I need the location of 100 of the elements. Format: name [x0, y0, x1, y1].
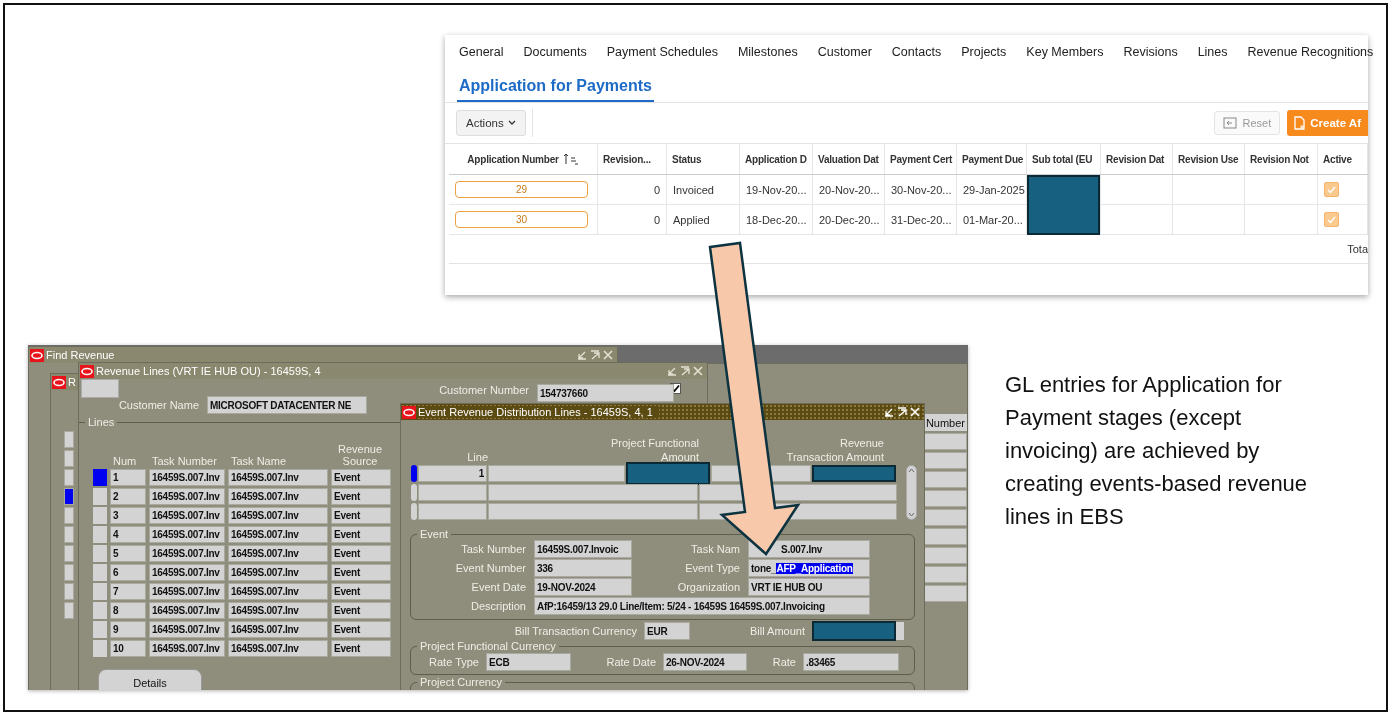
- input-field[interactable]: MICROSOFT DATACENTER NE: [207, 396, 367, 414]
- tab[interactable]: Documents: [523, 43, 587, 61]
- record-indicator[interactable]: [411, 503, 417, 520]
- table-cell[interactable]: 16459S.007.Inv: [149, 469, 225, 486]
- tab[interactable]: Application for Payments: [457, 77, 654, 102]
- input-field[interactable]: [924, 566, 967, 583]
- table-cell[interactable]: Event: [331, 507, 391, 524]
- input-field[interactable]: VRT IE HUB OU: [748, 578, 870, 596]
- details-button[interactable]: Details: [98, 669, 202, 690]
- table-cell[interactable]: 16459S.007.Inv: [228, 488, 328, 505]
- table-cell[interactable]: Event: [331, 469, 391, 486]
- column-header[interactable]: Revision Use: [1173, 144, 1245, 174]
- table-cell[interactable]: Event: [331, 602, 391, 619]
- column-header[interactable]: Application D: [740, 144, 813, 174]
- table-cell[interactable]: 16459S.007.Inv: [228, 602, 328, 619]
- table-cell[interactable]: [488, 503, 698, 520]
- input-field[interactable]: [924, 585, 967, 602]
- table-cell[interactable]: Event: [331, 526, 391, 543]
- table-cell[interactable]: 16459S.007.Inv: [149, 507, 225, 524]
- table-cell[interactable]: [488, 484, 698, 501]
- table-cell[interactable]: 16459S.007.Inv: [149, 583, 225, 600]
- application-number-link[interactable]: 29: [455, 181, 588, 198]
- column-header[interactable]: Payment Cert: [885, 144, 957, 174]
- checkbox[interactable]: [1324, 212, 1339, 227]
- table-cell[interactable]: Event: [331, 621, 391, 638]
- column-header[interactable]: Valuation Dat: [813, 144, 885, 174]
- application-number-link[interactable]: 30: [455, 211, 588, 228]
- checkbox[interactable]: [1324, 182, 1339, 197]
- table-cell[interactable]: 16459S.007.Inv: [149, 526, 225, 543]
- table-cell[interactable]: 9: [110, 621, 146, 638]
- column-header[interactable]: Sub total (EU: [1027, 144, 1101, 174]
- input-field[interactable]: 19-NOV-2024: [534, 578, 632, 596]
- table-cell[interactable]: 1: [418, 465, 487, 482]
- table-cell[interactable]: [488, 465, 625, 482]
- table-cell[interactable]: 16459S.007.Inv: [149, 545, 225, 562]
- table-cell[interactable]: 6: [110, 564, 146, 581]
- tab[interactable]: Revenue Recognitions: [1247, 43, 1374, 61]
- tab[interactable]: Lines: [1197, 43, 1228, 61]
- input-field[interactable]: 336: [534, 559, 632, 577]
- record-indicator[interactable]: [411, 484, 417, 501]
- table-cell[interactable]: Event: [331, 488, 391, 505]
- input-field[interactable]: [924, 528, 967, 545]
- table-cell[interactable]: 3: [110, 507, 146, 524]
- column-header[interactable]: Status: [667, 144, 740, 174]
- table-cell[interactable]: 7: [110, 583, 146, 600]
- input-field[interactable]: [924, 471, 967, 488]
- table-cell[interactable]: 16459S.007.Inv: [149, 621, 225, 638]
- record-indicator[interactable]: [411, 465, 417, 482]
- column-header[interactable]: Active: [1318, 144, 1368, 174]
- table-cell[interactable]: 16459S.007.Inv: [149, 640, 225, 657]
- tab[interactable]: Revisions: [1123, 43, 1178, 61]
- table-cell[interactable]: 16459S.007.Inv: [149, 602, 225, 619]
- table-cell[interactable]: 16459S.007.Inv: [228, 507, 328, 524]
- table-cell[interactable]: Event: [331, 640, 391, 657]
- input-field[interactable]: [924, 509, 967, 526]
- column-header[interactable]: Revision Not: [1245, 144, 1318, 174]
- tab[interactable]: Milestones: [737, 43, 798, 61]
- tab[interactable]: Customer: [817, 43, 872, 61]
- table-cell[interactable]: 16459S.007.Inv: [149, 564, 225, 581]
- table-cell[interactable]: 16459S.007.Inv: [228, 545, 328, 562]
- input-field[interactable]: [924, 433, 967, 450]
- table-cell[interactable]: 2: [110, 488, 146, 505]
- input-field[interactable]: 16459S.007.Invoic: [534, 540, 632, 558]
- input-field[interactable]: [896, 622, 904, 640]
- input-field[interactable]: .83465: [803, 653, 899, 671]
- table-cell[interactable]: Event: [331, 545, 391, 562]
- table-cell[interactable]: 1: [110, 469, 146, 486]
- table-cell[interactable]: 10: [110, 640, 146, 657]
- tab[interactable]: General: [459, 43, 504, 61]
- record-indicator[interactable]: [64, 488, 74, 505]
- scrollbar[interactable]: [906, 465, 917, 520]
- column-header[interactable]: Application Number: [449, 144, 598, 174]
- tab[interactable]: Key Members: [1026, 43, 1104, 61]
- column-header[interactable]: Revision...: [598, 144, 667, 174]
- table-cell[interactable]: 16459S.007.Inv: [228, 564, 328, 581]
- table-cell[interactable]: [418, 484, 487, 501]
- table-cell[interactable]: 16459S.007.Inv: [228, 640, 328, 657]
- input-field[interactable]: 154737660: [537, 384, 674, 402]
- actions-button[interactable]: Actions: [456, 110, 526, 136]
- input-field[interactable]: ECB: [486, 653, 571, 671]
- table-cell[interactable]: 8: [110, 602, 146, 619]
- input-field[interactable]: 26-NOV-2024: [663, 653, 747, 671]
- table-cell[interactable]: 16459S.007.Inv: [228, 621, 328, 638]
- tab[interactable]: Contacts: [891, 43, 942, 61]
- table-cell[interactable]: 16459S.007.Inv: [149, 488, 225, 505]
- table-cell[interactable]: 16459S.007.Inv: [228, 583, 328, 600]
- table-cell[interactable]: 16459S.007.Inv: [228, 469, 328, 486]
- table-cell[interactable]: Event: [331, 564, 391, 581]
- table-cell[interactable]: 5: [110, 545, 146, 562]
- table-cell[interactable]: [418, 503, 487, 520]
- tab[interactable]: Payment Schedules: [606, 43, 718, 61]
- input-field[interactable]: [924, 547, 967, 564]
- tab[interactable]: Projects: [961, 43, 1007, 61]
- column-header[interactable]: Payment Due: [957, 144, 1027, 174]
- input-field[interactable]: AfP:16459/13 29.0 Line/Item: 5/24 - 16459S 16459S.007.Invoicing: [534, 597, 870, 615]
- input-field[interactable]: [924, 452, 967, 469]
- column-header[interactable]: Revision Dat: [1101, 144, 1173, 174]
- table-cell[interactable]: 4: [110, 526, 146, 543]
- table-cell[interactable]: Event: [331, 583, 391, 600]
- input-field[interactable]: [924, 490, 967, 507]
